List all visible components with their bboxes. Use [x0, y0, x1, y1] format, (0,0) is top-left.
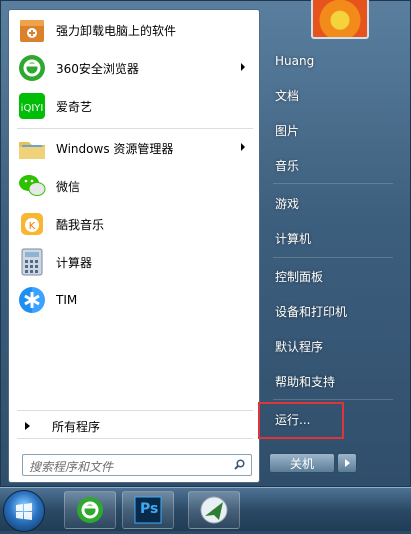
search-placeholder: 搜索程序和文件 — [29, 460, 114, 474]
help-support-link[interactable]: 帮助和支持 — [267, 368, 397, 396]
program-item-wechat[interactable]: 微信 — [13, 168, 255, 204]
computer-link[interactable]: 计算机 — [267, 225, 397, 253]
default-programs-link[interactable]: 默认程序 — [267, 333, 397, 361]
program-label: 强力卸载电脑上的软件 — [56, 23, 177, 38]
devices-printers-link[interactable]: 设备和打印机 — [267, 298, 397, 326]
program-item-calculator[interactable]: 计算器 — [13, 244, 255, 280]
music-link[interactable]: 音乐 — [267, 152, 397, 180]
search-input[interactable]: 搜索程序和文件 — [22, 454, 252, 476]
control-panel-link[interactable]: 控制面板 — [267, 263, 397, 291]
search-icon[interactable] — [234, 459, 245, 470]
program-label: 爱奇艺 — [56, 99, 93, 114]
submenu-arrow-icon[interactable] — [241, 143, 245, 151]
uninstall-box-icon — [17, 15, 47, 45]
photoshop-label: Ps — [140, 501, 159, 517]
program-item-360-browser[interactable]: 360安全浏览器 — [13, 50, 255, 86]
program-label: 360安全浏览器 — [56, 61, 139, 76]
documents-link[interactable]: 文档 — [267, 82, 397, 110]
program-item-uninstaller[interactable]: 强力卸载电脑上的软件 — [13, 12, 255, 48]
start-menu: 强力卸载电脑上的软件 360安全浏览器 iQIYI 爱奇艺 Windows 资源… — [0, 0, 411, 487]
wechat-icon — [17, 171, 47, 201]
games-link[interactable]: 游戏 — [267, 190, 397, 218]
shutdown-options-button[interactable] — [337, 453, 357, 473]
divider — [273, 257, 393, 258]
all-programs-label: 所有程序 — [52, 419, 101, 434]
taskbar-photoshop[interactable]: Ps — [122, 491, 174, 529]
divider — [17, 410, 253, 411]
program-item-explorer[interactable]: Windows 资源管理器 — [13, 130, 255, 166]
pictures-link[interactable]: 图片 — [267, 117, 397, 145]
program-label: 微信 — [56, 179, 81, 194]
file-explorer-icon — [17, 133, 47, 163]
taskbar: Ps — [0, 487, 411, 532]
all-programs-button[interactable]: 所有程序 — [13, 414, 255, 438]
user-avatar[interactable] — [311, 0, 369, 39]
iqiyi-icon: iQIYI — [17, 91, 47, 121]
program-item-kuwo[interactable]: K 酷我音乐 — [13, 206, 255, 242]
expand-arrow-icon — [25, 422, 30, 430]
divider — [17, 128, 253, 129]
program-label: TIM — [56, 293, 78, 307]
program-label: 酷我音乐 — [56, 217, 105, 232]
svg-text:iQIYI: iQIYI — [21, 103, 44, 114]
divider — [17, 438, 253, 439]
shutdown-button[interactable]: 关机 — [269, 453, 335, 473]
taskbar-360-browser[interactable] — [64, 491, 116, 529]
360-browser-icon — [17, 53, 47, 83]
program-label: 计算器 — [56, 255, 93, 270]
program-item-tim[interactable]: TIM — [13, 282, 255, 318]
divider — [273, 399, 393, 400]
feiq-icon — [200, 496, 228, 524]
tim-icon — [17, 285, 47, 315]
svg-text:K: K — [29, 221, 36, 232]
windows-logo-icon — [16, 503, 32, 520]
360-browser-icon — [77, 497, 103, 523]
run-highlight-box — [258, 402, 344, 439]
kuwo-music-icon: K — [17, 209, 47, 239]
start-orb[interactable] — [3, 490, 45, 532]
program-item-iqiyi[interactable]: iQIYI 爱奇艺 — [13, 88, 255, 124]
calculator-icon — [17, 247, 47, 277]
program-list-pane: 强力卸载电脑上的软件 360安全浏览器 iQIYI 爱奇艺 Windows 资源… — [8, 9, 260, 483]
submenu-arrow-icon[interactable] — [241, 63, 245, 71]
user-folder-link[interactable]: Huang — [267, 47, 397, 75]
divider — [273, 183, 393, 184]
program-label: Windows 资源管理器 — [56, 141, 174, 156]
taskbar-feiq[interactable] — [188, 491, 240, 529]
